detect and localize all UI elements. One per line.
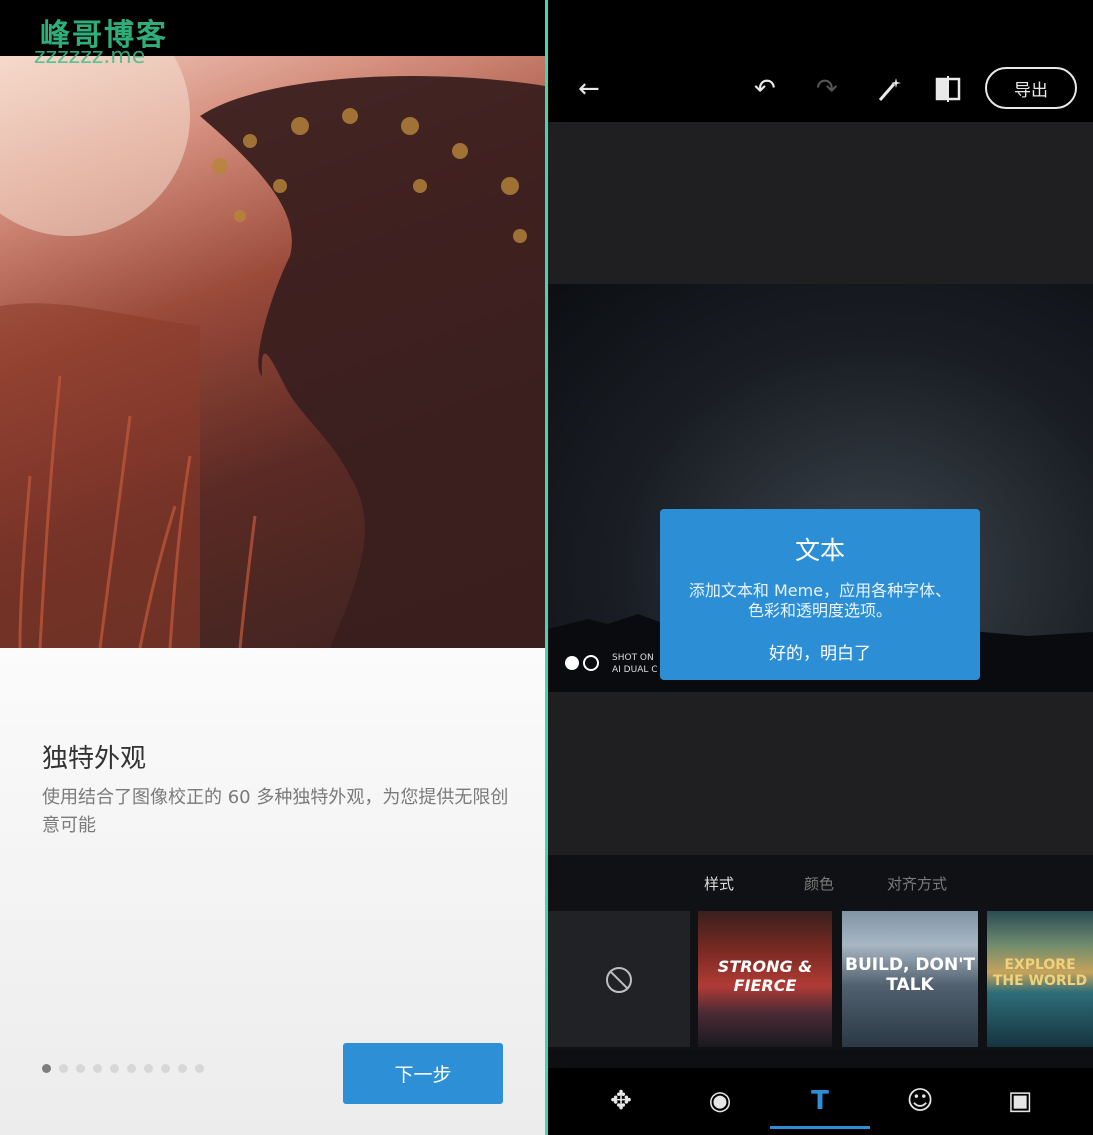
page-dot: [110, 1064, 119, 1073]
undo-icon[interactable]: ↶: [754, 74, 776, 104]
photo-stamp-line: SHOT ON: [612, 653, 654, 663]
onboarding-title: 独特外观: [42, 744, 147, 774]
page-dot: [42, 1064, 51, 1073]
style-thumbnail[interactable]: STRONG & FIERCE: [698, 911, 832, 1047]
watermark-domain: zzzzzz.me: [34, 44, 146, 69]
page-indicator: [42, 1064, 204, 1073]
thumbnail-text: EXPLORE THE WORLD: [992, 957, 1088, 989]
thumbnail-text: BUILD, DON'T TALK: [845, 955, 975, 995]
onboarding-panel: 独特外观 使用结合了图像校正的 60 多种独特外观，为您提供无限创意可能 下一步: [0, 0, 545, 1135]
no-style-icon: [606, 967, 632, 993]
tab-color[interactable]: 颜色: [804, 873, 834, 894]
style-thumbnail[interactable]: BUILD, DON'T TALK: [842, 911, 978, 1047]
thumbnail-text: STRONG & FIERCE: [717, 957, 813, 995]
photo-stamp-line: AI DUAL C: [612, 665, 658, 675]
tab-style[interactable]: 样式: [704, 873, 734, 894]
text-tooltip: 文本 添加文本和 Meme，应用各种字体、色彩和透明度选项。 好的，明白了: [660, 509, 980, 680]
page-dot: [144, 1064, 153, 1073]
page-dot: [161, 1064, 170, 1073]
text-icon[interactable]: T: [800, 1086, 840, 1116]
heal-icon[interactable]: ✥: [601, 1086, 641, 1116]
onboarding-description: 使用结合了图像校正的 60 多种独特外观，为您提供无限创意可能: [42, 787, 509, 836]
page-dot: [127, 1064, 136, 1073]
active-tab-indicator: [770, 1126, 870, 1129]
frame-icon[interactable]: ▣: [1000, 1086, 1040, 1116]
tooltip-title: 文本: [794, 536, 845, 565]
canvas-background-lower: [548, 692, 1093, 855]
page-dot: [76, 1064, 85, 1073]
canvas-background: [548, 122, 1093, 284]
page-dot: [178, 1064, 187, 1073]
page-dot: [59, 1064, 68, 1073]
magic-wand-icon[interactable]: [876, 76, 902, 102]
tooltip-ok-button[interactable]: 好的，明白了: [660, 639, 980, 664]
tooltip-body: 添加文本和 Meme，应用各种字体、色彩和透明度选项。: [688, 581, 952, 620]
sticker-icon[interactable]: ☺: [900, 1086, 940, 1116]
tab-alignment[interactable]: 对齐方式: [887, 873, 947, 894]
eye-icon[interactable]: ◉: [700, 1086, 740, 1116]
editor-panel: ← ↶ ↷ 导出 SHOT ON AI DUAL C 文本 添加文本和 Meme…: [548, 0, 1093, 1135]
style-thumbnail[interactable]: EXPLORE THE WORLD: [987, 911, 1093, 1047]
next-button[interactable]: 下一步: [343, 1043, 503, 1104]
camera-logo-icon: [565, 655, 599, 671]
page-dot: [93, 1064, 102, 1073]
onboarding-photo: [0, 56, 545, 648]
no-style-thumbnail[interactable]: [548, 911, 690, 1047]
photo-stamp: SHOT ON AI DUAL C: [612, 652, 658, 676]
export-button[interactable]: 导出: [985, 67, 1077, 109]
page-dot: [195, 1064, 204, 1073]
redo-icon[interactable]: ↷: [816, 74, 838, 104]
back-arrow-icon[interactable]: ←: [578, 74, 600, 104]
compare-icon[interactable]: [935, 76, 961, 102]
